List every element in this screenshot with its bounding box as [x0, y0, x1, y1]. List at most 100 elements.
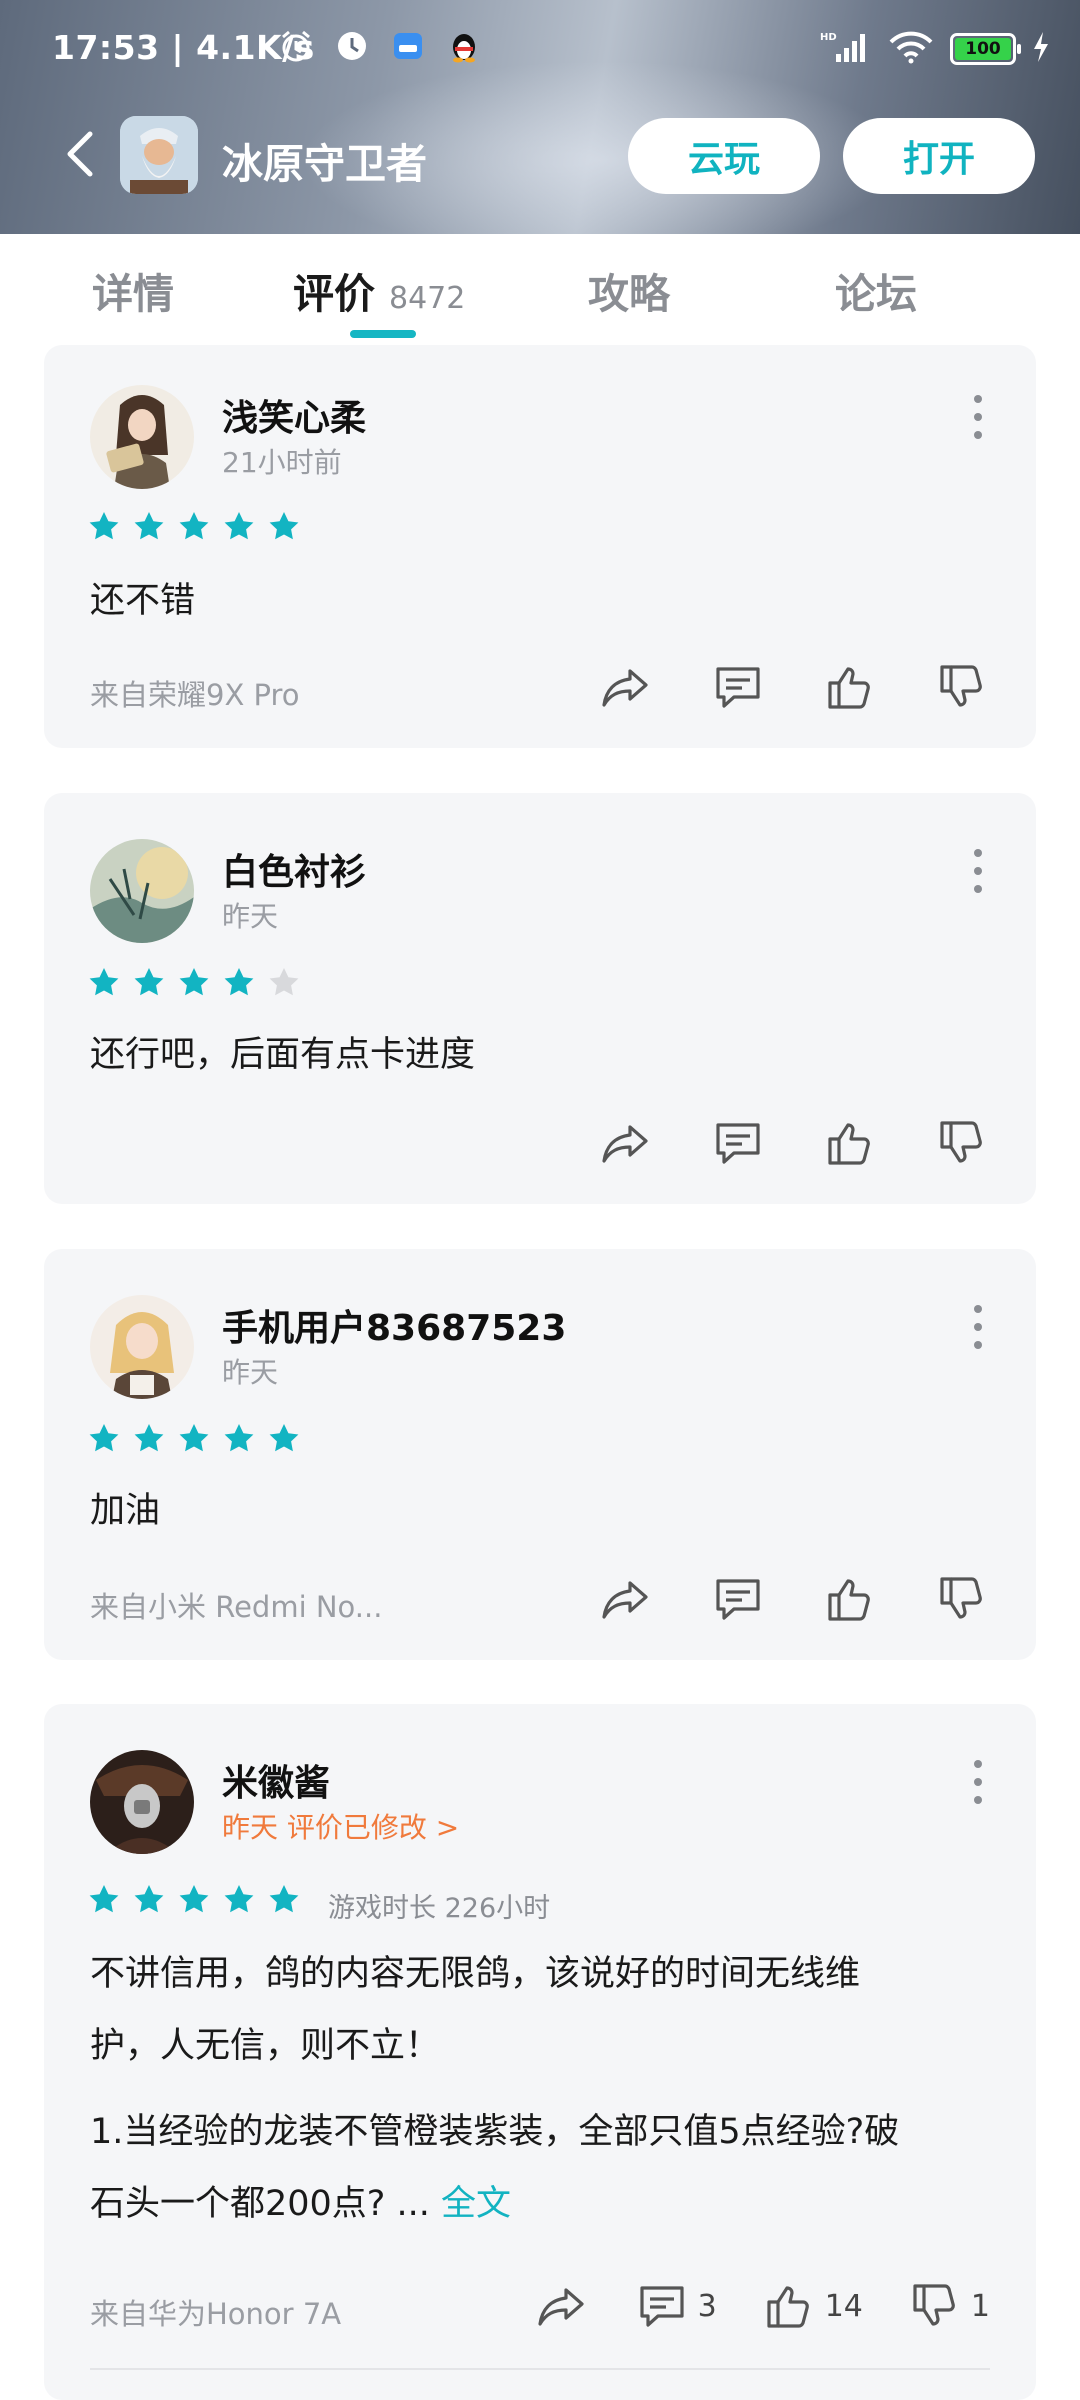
- like-button[interactable]: 14: [761, 2278, 863, 2334]
- review-time: 昨天: [222, 900, 279, 933]
- tab-bar: 详情 评价 8472 攻略 论坛: [0, 234, 1080, 344]
- dislike-button[interactable]: 1: [907, 2278, 990, 2334]
- comment-button[interactable]: [710, 659, 766, 715]
- thumbs-up-icon: [822, 659, 878, 715]
- review-username[interactable]: 米徽酱: [222, 1754, 330, 1806]
- star-filled-icon: [269, 1885, 299, 1913]
- star-filled-icon: [224, 968, 254, 996]
- star-filled-icon: [269, 512, 299, 540]
- review-card: 米徽酱 昨天 评价已修改 > 游戏时长 226小时 不讲信用，鸽的内容无限鸽，该…: [44, 1704, 1036, 2400]
- open-app-button[interactable]: 打开: [843, 118, 1035, 194]
- back-button[interactable]: [56, 126, 108, 182]
- comment-icon: [710, 1115, 766, 1171]
- star-rating: [86, 1882, 302, 1918]
- star-filled-icon: [224, 1424, 254, 1452]
- clock-icon: [334, 28, 370, 64]
- divider: [90, 2368, 990, 2370]
- review-actions: 3 14 1: [534, 2278, 990, 2334]
- share-icon: [598, 1115, 654, 1171]
- review-username[interactable]: 手机用户83687523: [222, 1299, 566, 1351]
- tab-reviews[interactable]: 评价 8472: [293, 260, 465, 320]
- star-filled-icon: [224, 512, 254, 540]
- app-title: 冰原守卫者: [222, 140, 427, 188]
- review-text: 还不错: [90, 581, 196, 621]
- active-tab-indicator: [350, 330, 416, 338]
- review-card: 白色衬衫 昨天 还行吧，后面有点卡进度: [44, 793, 1036, 1204]
- play-time: 游戏时长 226小时: [328, 1893, 551, 1924]
- cloud-play-button[interactable]: 云玩: [628, 118, 820, 194]
- wifi-icon: [888, 30, 934, 68]
- like-button[interactable]: [822, 1115, 878, 1171]
- tab-forum[interactable]: 论坛: [835, 260, 917, 320]
- thumbs-down-icon: [934, 659, 990, 715]
- qq-penguin-icon: [446, 28, 482, 64]
- star-filled-icon: [134, 968, 164, 996]
- star-filled-icon: [179, 968, 209, 996]
- dislike-button[interactable]: [934, 1571, 990, 1627]
- review-username[interactable]: 白色衬衫: [222, 843, 366, 895]
- device-source: 来自小米 Redmi No...: [90, 1590, 383, 1624]
- charging-icon: [1032, 30, 1050, 68]
- review-card: 手机用户83687523 昨天 加油 来自小米 Redmi No...: [44, 1249, 1036, 1660]
- more-options-button[interactable]: [970, 1305, 986, 1349]
- avatar[interactable]: [90, 385, 194, 489]
- star-filled-icon: [269, 1424, 299, 1452]
- review-time-modified[interactable]: 昨天 评价已修改 >: [222, 1806, 459, 1846]
- avatar[interactable]: [90, 839, 194, 943]
- comment-count: 3: [697, 2288, 717, 2324]
- tab-guides[interactable]: 攻略: [588, 260, 670, 320]
- device-source: 来自华为Honor 7A: [90, 2297, 342, 2331]
- dislike-button[interactable]: [934, 1115, 990, 1171]
- comment-button[interactable]: 3: [634, 2278, 717, 2334]
- dislike-button[interactable]: [934, 659, 990, 715]
- star-filled-icon: [179, 512, 209, 540]
- star-filled-icon: [89, 968, 119, 996]
- comment-icon: [710, 659, 766, 715]
- share-icon: [598, 659, 654, 715]
- share-button[interactable]: [534, 2278, 590, 2334]
- review-actions: [598, 1571, 990, 1627]
- comment-icon: [710, 1571, 766, 1627]
- thumbs-up-icon: [761, 2278, 817, 2334]
- avatar[interactable]: [90, 1750, 194, 1854]
- comment-button[interactable]: [710, 1571, 766, 1627]
- share-icon: [534, 2278, 590, 2334]
- star-rating: [86, 965, 302, 1001]
- review-card: 浅笑心柔 21小时前 还不错 来自荣耀9X Pro: [44, 345, 1036, 748]
- full-text-link[interactable]: 全文: [441, 2184, 511, 2224]
- share-button[interactable]: [598, 1571, 654, 1627]
- star-empty-icon: [269, 968, 299, 996]
- share-button[interactable]: [598, 1115, 654, 1171]
- app-icon: [120, 116, 198, 194]
- avatar[interactable]: [90, 1295, 194, 1399]
- review-time: 21小时前: [222, 446, 342, 479]
- share-icon: [598, 1571, 654, 1627]
- tab-details[interactable]: 详情: [92, 260, 174, 320]
- like-button[interactable]: [822, 659, 878, 715]
- more-options-button[interactable]: [970, 1760, 986, 1804]
- thumbs-up-icon: [822, 1115, 878, 1171]
- like-button[interactable]: [822, 1571, 878, 1627]
- review-text: 不讲信用，鸽的内容无限鸽，该说好的时间无线维 护，人无信，则不立！ 1.当经验的…: [90, 1954, 900, 2224]
- battery-indicator: 100: [950, 33, 1021, 65]
- thumbs-up-icon: [822, 1571, 878, 1627]
- review-actions: [598, 659, 990, 715]
- more-options-button[interactable]: [970, 395, 986, 439]
- share-button[interactable]: [598, 659, 654, 715]
- review-count: 8472: [389, 281, 466, 316]
- star-filled-icon: [89, 1424, 119, 1452]
- thumbs-down-icon: [934, 1571, 990, 1627]
- thumbs-down-icon: [907, 2278, 963, 2334]
- top-navigation: 冰原守卫者 云玩 打开: [0, 110, 1080, 200]
- review-username[interactable]: 浅笑心柔: [222, 389, 366, 441]
- hd-signal-icon: HD: [820, 30, 872, 68]
- status-time: 17:53 | 4.1K/s: [52, 28, 315, 67]
- status-bar: 17:53 | 4.1K/s HD 100: [0, 0, 1080, 100]
- star-rating: [86, 509, 302, 545]
- more-options-button[interactable]: [970, 849, 986, 893]
- device-source: 来自荣耀9X Pro: [90, 678, 300, 712]
- star-filled-icon: [134, 1424, 164, 1452]
- review-text: 还行吧，后面有点卡进度: [90, 1035, 476, 1075]
- review-actions: [598, 1115, 990, 1171]
- comment-button[interactable]: [710, 1115, 766, 1171]
